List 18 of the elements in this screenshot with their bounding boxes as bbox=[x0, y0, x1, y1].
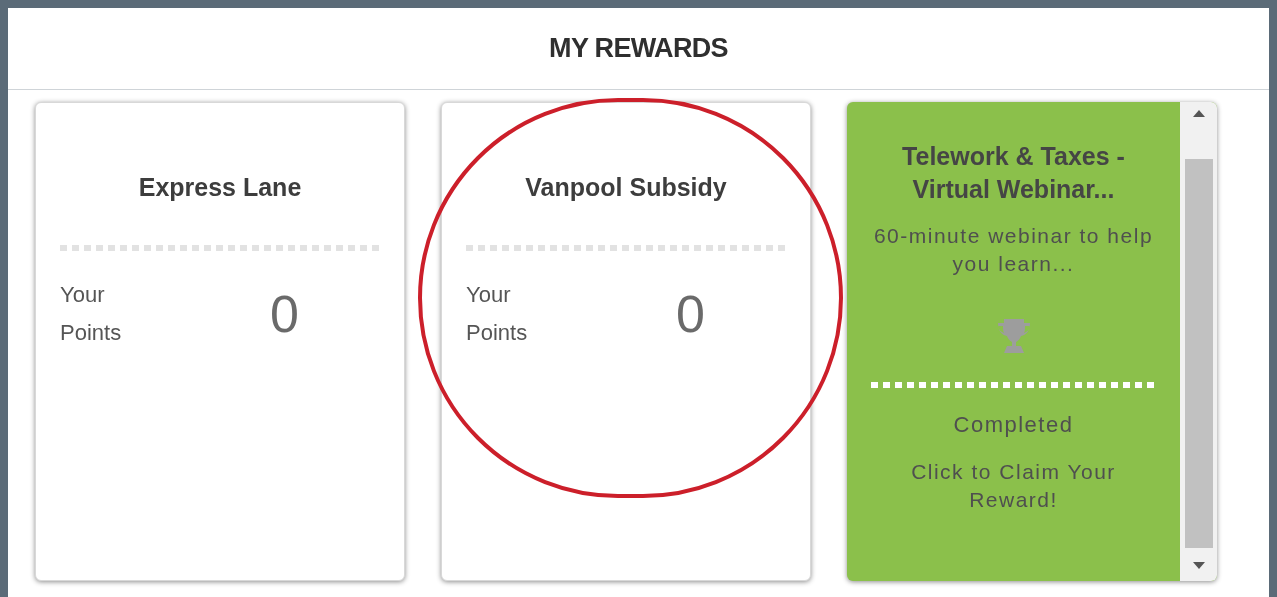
points-label: Your Points bbox=[60, 281, 123, 347]
scrollbar[interactable] bbox=[1180, 102, 1217, 581]
card-title: Vanpool Subsidy bbox=[524, 172, 728, 203]
scroll-down-arrow-icon[interactable] bbox=[1192, 562, 1205, 569]
scrollbar-thumb[interactable] bbox=[1184, 159, 1213, 548]
claim-reward-link[interactable]: Click to Claim Your Reward! bbox=[873, 458, 1154, 514]
points-label: Your Points bbox=[466, 281, 529, 347]
scroll-up-arrow-icon[interactable] bbox=[1192, 110, 1205, 117]
card-title: Express Lane bbox=[137, 172, 303, 203]
card-title: Telework & Taxes - Virtual Webinar... bbox=[901, 141, 1126, 205]
points-value: 0 bbox=[270, 284, 299, 345]
status-text: Completed bbox=[953, 411, 1074, 439]
reward-card[interactable]: Vanpool Subsidy Your Points 0 bbox=[441, 102, 811, 581]
panel-title: MY REWARDS bbox=[549, 32, 728, 66]
points-value: 0 bbox=[676, 284, 705, 345]
card-description: 60-minute webinar to help you learn... bbox=[872, 223, 1155, 277]
reward-card[interactable]: Express Lane Your Points 0 bbox=[35, 102, 405, 581]
reward-card[interactable]: Telework & Taxes - Virtual Webinar... 60-minute webinar to help you learn... Completed Click to Claim Your Reward! bbox=[847, 102, 1217, 581]
